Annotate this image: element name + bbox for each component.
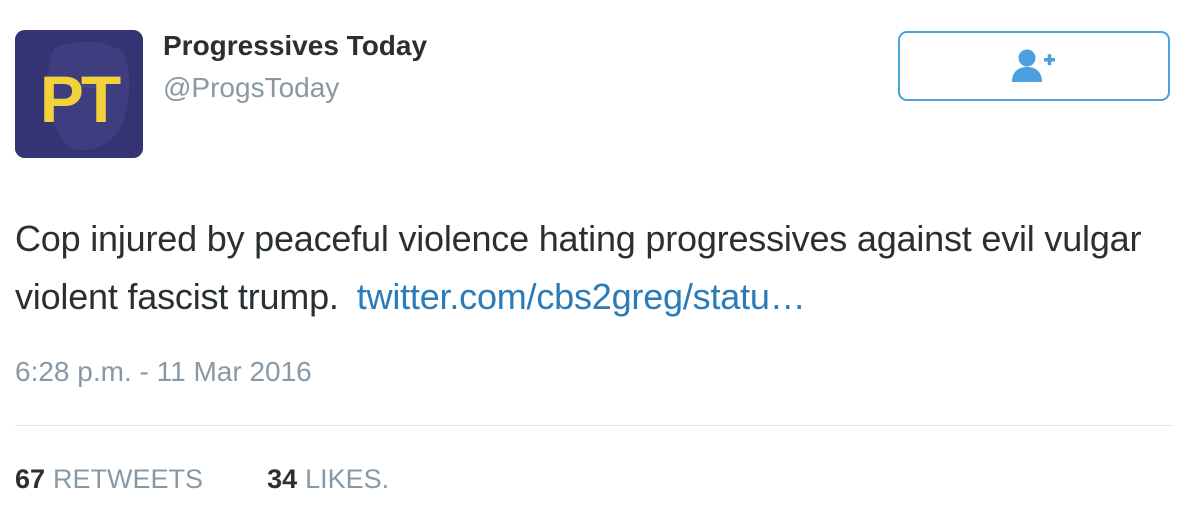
tweet-stats: 67 RETWEETS 34 LIKES. (15, 464, 389, 495)
avatar[interactable]: PT (15, 30, 143, 158)
tweet-text: Cop injured by peaceful violence hating … (15, 210, 1175, 326)
follow-button[interactable] (898, 31, 1170, 101)
svg-text:PT: PT (40, 62, 121, 136)
retweets-stat[interactable]: 67 RETWEETS (15, 464, 203, 495)
retweets-label: RETWEETS (53, 464, 204, 494)
likes-stat[interactable]: 34 LIKES. (267, 464, 389, 495)
likes-count: 34 (267, 464, 298, 494)
tweet-timestamp[interactable]: 6:28 p.m. - 11 Mar 2016 (15, 356, 312, 388)
retweets-count: 67 (15, 464, 46, 494)
follow-user-plus-icon (1012, 49, 1055, 82)
author-display-name[interactable]: Progressives Today (163, 30, 427, 62)
tweet-link[interactable]: twitter.com/cbs2greg/statu… (357, 276, 806, 317)
avatar-logo-icon: PT (15, 30, 143, 158)
divider (15, 425, 1173, 426)
tweet-card: PT Progressives Today @ProgsToday Cop in… (0, 0, 1185, 522)
author-handle[interactable]: @ProgsToday (163, 72, 339, 104)
likes-label: LIKES. (305, 464, 390, 494)
